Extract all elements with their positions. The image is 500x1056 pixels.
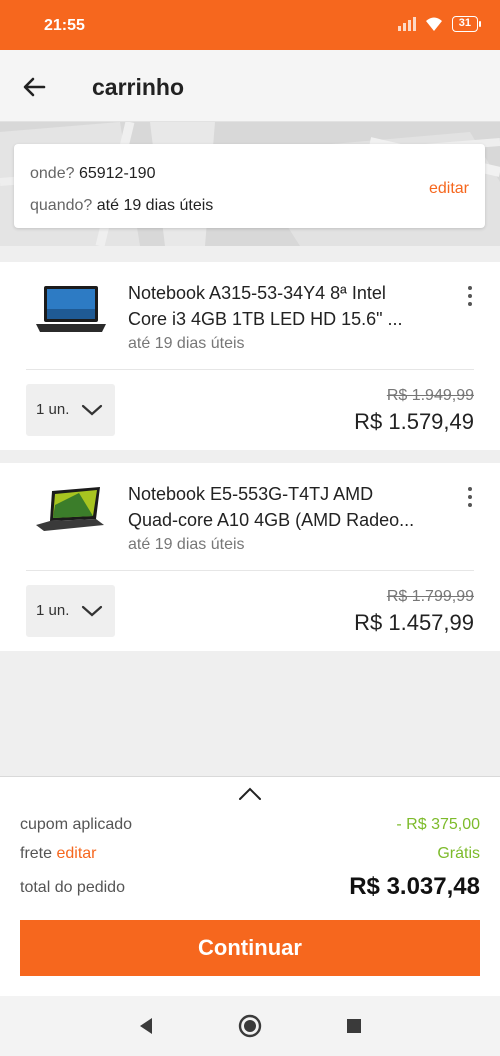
quantity-select[interactable]: 1 un. — [26, 585, 115, 637]
chevron-down-icon — [81, 605, 103, 617]
product-image — [36, 286, 106, 332]
shipping-row: frete editar — [20, 845, 97, 863]
where-label: onde? — [30, 165, 75, 182]
item-price: R$ 1.457,99 — [354, 610, 474, 635]
battery-icon: 31 — [451, 16, 482, 32]
item-delivery-time: até 19 dias úteis — [128, 335, 245, 352]
arrow-left-icon[interactable] — [20, 72, 50, 102]
chevron-up-icon[interactable] — [238, 786, 262, 802]
shipping-label: frete — [20, 845, 53, 862]
cep-value: 65912-190 — [78, 165, 156, 182]
status-bar: 21:55 31 — [0, 0, 500, 50]
chevron-down-icon — [81, 404, 103, 416]
product-name-line2: Quad-core A10 4GB (AMD Radeo... — [128, 510, 415, 530]
when-label: quando? — [30, 197, 93, 214]
nav-home-icon[interactable] — [238, 1014, 262, 1038]
total-label: total do pedido — [20, 879, 125, 896]
product-name-line1: Notebook E5-553G-T4TJ AMD — [128, 484, 374, 504]
cart-item: Notebook E5-553G-T4TJ AMD Quad-core A10 … — [0, 463, 500, 651]
item-delivery-time: até 19 dias úteis — [128, 536, 245, 553]
edit-delivery-link[interactable]: editar — [429, 180, 469, 198]
edit-shipping-link[interactable]: editar — [56, 845, 96, 862]
quantity-select[interactable]: 1 un. — [26, 384, 115, 436]
continue-button[interactable]: Continuar — [20, 920, 480, 976]
old-price: R$ 1.949,99 — [386, 387, 474, 404]
more-options-icon[interactable] — [462, 487, 478, 511]
product-image — [36, 487, 104, 531]
total-value: R$ 3.037,48 — [349, 873, 480, 900]
product-name-line1: Notebook A315-53-34Y4 8ª Intel — [128, 283, 386, 303]
app-header: carrinho — [0, 50, 500, 122]
divider — [26, 369, 474, 370]
divider — [26, 570, 474, 571]
order-summary: cupom aplicado - R$ 375,00 frete editar … — [0, 776, 500, 996]
cart-item: Notebook A315-53-34Y4 8ª Intel Core i3 4… — [0, 262, 500, 450]
status-icons: 31 — [397, 16, 482, 32]
nav-back-icon[interactable] — [134, 1014, 158, 1038]
coupon-value: - R$ 375,00 — [396, 816, 480, 833]
when-value: até 19 dias úteis — [96, 197, 214, 214]
quantity-value: 1 un. — [36, 602, 70, 619]
nav-recents-icon[interactable] — [342, 1014, 366, 1038]
quantity-value: 1 un. — [36, 401, 70, 418]
more-options-icon[interactable] — [462, 286, 478, 310]
product-name[interactable]: Notebook A315-53-34Y4 8ª Intel Core i3 4… — [128, 280, 448, 332]
item-price: R$ 1.579,49 — [354, 409, 474, 434]
status-time: 21:55 — [44, 17, 85, 34]
old-price: R$ 1.799,99 — [386, 588, 474, 605]
delivery-where: onde? 65912-190 — [30, 165, 155, 183]
product-name-line2: Core i3 4GB 1TB LED HD 15.6" ... — [128, 309, 403, 329]
delivery-card: onde? 65912-190 quando? até 19 dias útei… — [14, 144, 485, 228]
system-nav-bar — [0, 996, 500, 1056]
shipping-value: Grátis — [437, 845, 480, 862]
wifi-icon — [425, 17, 442, 31]
signal-icon — [397, 17, 416, 31]
delivery-when: quando? até 19 dias úteis — [30, 197, 213, 215]
page-title: carrinho — [92, 74, 185, 100]
coupon-label: cupom aplicado — [20, 816, 133, 833]
product-name[interactable]: Notebook E5-553G-T4TJ AMD Quad-core A10 … — [128, 481, 448, 533]
